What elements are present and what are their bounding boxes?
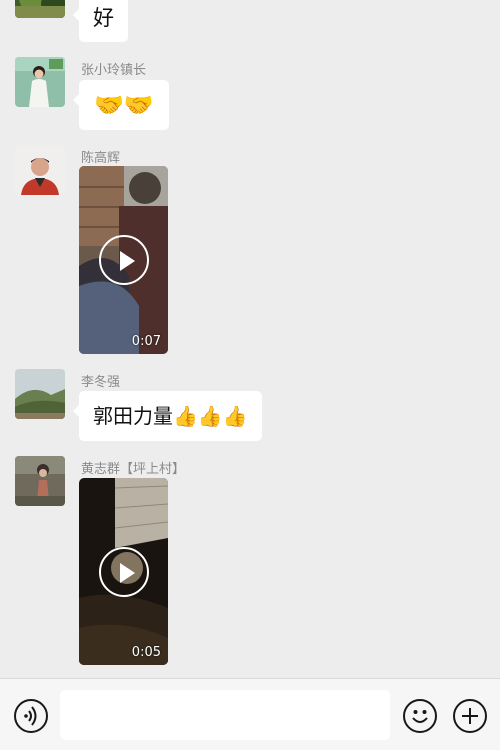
message-text: 郭田力量👍👍👍	[93, 404, 248, 428]
text-message-bubble[interactable]: 好	[73, 0, 128, 42]
video-duration: 0:07	[131, 334, 161, 349]
sender-name: 张小玲镇长	[81, 63, 147, 78]
avatar[interactable]	[15, 0, 65, 18]
video-message[interactable]: 0:07	[79, 166, 168, 354]
play-icon[interactable]	[98, 235, 149, 285]
sender-name: 陈高辉	[81, 151, 121, 166]
message-text-input[interactable]	[60, 690, 390, 740]
avatar[interactable]	[15, 456, 65, 506]
avatar[interactable]	[15, 145, 65, 195]
avatar[interactable]	[15, 369, 65, 419]
play-icon[interactable]	[98, 546, 149, 597]
message-input-bar	[0, 678, 500, 750]
chat-message-list[interactable]: 好 张小玲镇长 🤝🤝 陈高辉 0:07 李冬强 郭田力量👍👍👍 黄志群【坪上村】…	[0, 0, 500, 678]
text-message-bubble[interactable]: 郭田力量👍👍👍	[73, 391, 262, 441]
video-message[interactable]: 0:05	[79, 478, 168, 665]
text-message-bubble[interactable]: 🤝🤝	[73, 80, 169, 130]
voice-icon[interactable]	[14, 699, 48, 733]
avatar[interactable]	[15, 57, 65, 107]
message-text: 好	[93, 6, 114, 30]
sender-name: 黄志群【坪上村】	[81, 462, 186, 477]
sender-name: 李冬强	[81, 375, 121, 390]
message-text: 🤝🤝	[94, 91, 154, 119]
plus-icon[interactable]	[453, 699, 487, 733]
emoji-icon[interactable]	[403, 699, 437, 733]
video-duration: 0:05	[131, 645, 161, 660]
